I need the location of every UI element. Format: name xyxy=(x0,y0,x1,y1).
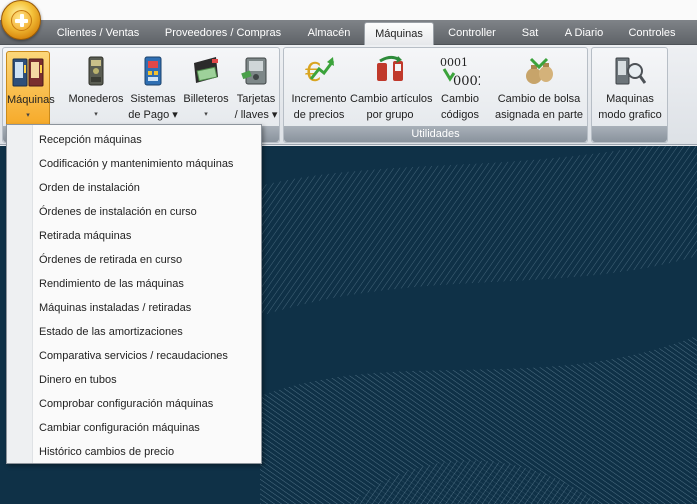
menu-item-orden-instalacion[interactable]: Orden de instalación xyxy=(7,176,261,200)
tarjetas-llaves-button-label: Tarjetas / llaves ▾ xyxy=(234,93,278,121)
graphic-mode-icon xyxy=(615,57,646,85)
maquinas-modo-grafico-button[interactable]: Maquinas modo grafico xyxy=(594,51,666,127)
menu-item-ordenes-instalacion-curso[interactable]: Órdenes de instalación en curso xyxy=(7,200,261,224)
tab-proveedores-compras[interactable]: Proveedores / Compras xyxy=(156,22,290,45)
tarjetas-llaves-button[interactable]: Tarjetas / llaves ▾ xyxy=(233,51,279,127)
tab-maquinas[interactable]: Máquinas xyxy=(364,22,434,45)
tab-clientes-ventas[interactable]: Clientes / Ventas xyxy=(48,22,148,45)
group-label-grafico xyxy=(592,126,667,142)
menu-item-rendimiento-maquinas[interactable]: Rendimiento de las máquinas xyxy=(7,272,261,296)
monederos-button-label: Monederos ▾ xyxy=(68,93,124,118)
tab-almacen[interactable]: Almacén xyxy=(298,22,360,45)
vending-machines-icon xyxy=(12,58,44,87)
menu-item-ordenes-retirada-curso[interactable]: Órdenes de retirada en curso xyxy=(7,248,261,272)
tab-controles[interactable]: Controles xyxy=(620,22,684,45)
menu-item-cambiar-configuracion[interactable]: Cambiar configuración máquinas xyxy=(7,416,261,440)
billeteros-button-label: Billeteros ▾ xyxy=(183,93,229,118)
maquinas-dropdown-menu: Recepción máquinas Codificación y manten… xyxy=(6,124,262,464)
svg-text:€: € xyxy=(305,58,322,87)
code-bottom-value: 0002 xyxy=(453,74,480,87)
money-bag-icon xyxy=(526,57,553,84)
menu-item-dinero-en-tubos[interactable]: Dinero en tubos xyxy=(7,368,261,392)
menu-item-comprobar-configuracion[interactable]: Comprobar configuración máquinas xyxy=(7,392,261,416)
incremento-de-precios-label: Incremento de precios xyxy=(291,93,347,121)
sistemas-de-pago-button-label: Sistemas de Pago ▾ xyxy=(128,93,178,121)
tab-controller[interactable]: Controller xyxy=(440,22,504,45)
coin-mech-icon xyxy=(88,56,104,86)
menu-item-historico-cambios-precio[interactable]: Histórico cambios de precio xyxy=(7,440,261,464)
maquinas-button[interactable]: Máquinas ▾ xyxy=(6,51,55,127)
menu-item-estado-amortizaciones[interactable]: Estado de las amortizaciones xyxy=(7,320,261,344)
tab-bar: Clientes / Ventas Proveedores / Compras … xyxy=(0,20,697,45)
change-items-icon xyxy=(377,55,403,81)
cards-keys-icon xyxy=(241,57,267,85)
title-strip xyxy=(0,0,697,20)
cambio-de-bolsa-button[interactable]: Cambio de bolsa asignada en parte xyxy=(492,51,586,127)
ribbon-group-utilidades: Utilidades € Incremento de precios Cambi… xyxy=(283,47,588,143)
incremento-de-precios-button[interactable]: € Incremento de precios xyxy=(288,51,350,127)
group-label-utilidades: Utilidades xyxy=(284,126,587,142)
payment-system-icon xyxy=(144,56,162,86)
tab-sat[interactable]: Sat xyxy=(512,22,548,45)
menu-item-recepcion-maquinas[interactable]: Recepción máquinas xyxy=(7,128,261,152)
menu-item-codificacion-mantenimiento[interactable]: Codificación y mantenimiento máquinas xyxy=(7,152,261,176)
tab-a-diario[interactable]: A Diario xyxy=(556,22,612,45)
code-top-value: 0001 xyxy=(440,56,468,69)
menu-item-comparativa-servicios[interactable]: Comparativa servicios / recaudaciones xyxy=(7,344,261,368)
menu-item-maquinas-instaladas-retiradas[interactable]: Máquinas instaladas / retiradas xyxy=(7,296,261,320)
sistemas-de-pago-button[interactable]: Sistemas de Pago ▾ xyxy=(127,51,179,127)
maquinas-modo-grafico-label: Maquinas modo grafico xyxy=(598,93,662,121)
cambio-codigos-button[interactable]: 0001 0002 Cambio códigos xyxy=(432,51,488,127)
plus-icon xyxy=(11,10,32,31)
cambio-de-bolsa-label: Cambio de bolsa asignada en parte xyxy=(494,93,584,121)
bill-validator-icon xyxy=(194,57,218,83)
cambio-codigos-label: Cambio códigos xyxy=(441,93,479,121)
change-codes-icon: 0001 0002 xyxy=(440,56,480,87)
cambio-articulos-por-grupo-button[interactable]: Cambio artículos por grupo xyxy=(350,51,433,127)
maquinas-button-label: Máquinas ▾ xyxy=(7,94,55,119)
billeteros-button[interactable]: Billeteros ▾ xyxy=(181,51,231,127)
menu-item-retirada-maquinas[interactable]: Retirada máquinas xyxy=(7,224,261,248)
euro-price-increase-icon: € xyxy=(305,57,335,87)
ribbon-group-grafico: Maquinas modo grafico xyxy=(591,47,668,143)
monederos-button[interactable]: Monederos ▾ xyxy=(67,51,125,127)
cambio-articulos-label: Cambio artículos por grupo xyxy=(350,93,433,121)
application-menu-button[interactable] xyxy=(1,0,41,40)
